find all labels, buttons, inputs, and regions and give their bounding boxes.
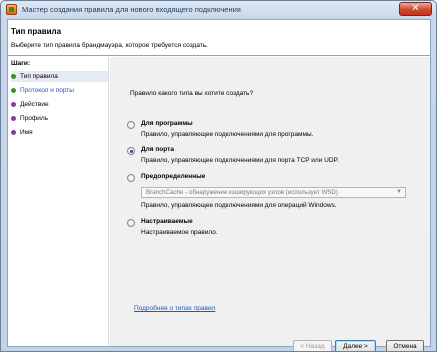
radio-port[interactable]	[127, 147, 135, 155]
radio-program[interactable]	[127, 121, 135, 129]
step-status-icon	[11, 115, 16, 121]
option-port-label[interactable]: Для порта	[141, 146, 174, 153]
step-rule-type[interactable]: Тип правила	[11, 71, 108, 82]
step-status-icon	[11, 87, 16, 93]
cancel-button[interactable]: Отмена	[386, 340, 424, 351]
chevron-down-icon[interactable]: ▼	[395, 189, 403, 196]
next-button[interactable]: Далее >	[335, 340, 376, 351]
rule-type-question: Правило какого типа вы хотите создать?	[130, 90, 254, 97]
step-label: Действие	[20, 101, 49, 108]
step-action: Действие	[11, 99, 108, 110]
rule-types-help-link[interactable]: Подробнее о типах правил	[134, 305, 215, 312]
option-program-description: Правило, управляющее подключениями для п…	[141, 131, 314, 138]
option-predefined-description: Правило, управляющее подключениями для о…	[141, 202, 337, 209]
radio-predefined[interactable]	[127, 174, 135, 182]
option-custom-label[interactable]: Настраиваемые	[141, 218, 193, 225]
page-subtitle: Выберите тип правила брандмауэра, которо…	[11, 42, 208, 49]
wizard-header: Тип правила Выберите тип правила брандма…	[8, 20, 430, 56]
predefined-rules-dropdown[interactable]: BranchCache - обнаружение кэширующих узл…	[141, 187, 406, 198]
step-status-icon	[11, 129, 16, 135]
steps-sidebar: Шаги: Тип правила Протокол и порты Дейст…	[8, 57, 109, 346]
step-profile: Профиль	[11, 113, 108, 124]
step-name: Имя	[11, 127, 108, 138]
wizard-window: Мастер создания правила для нового входя…	[0, 0, 437, 352]
option-custom-description: Настраиваемое правило.	[141, 229, 218, 236]
page-title: Тип правила	[11, 27, 62, 36]
title-bar[interactable]: Мастер создания правила для нового входя…	[1, 1, 436, 19]
option-port-description: Правило, управляющее подключениями для п…	[141, 157, 339, 164]
step-label: Тип правила	[20, 73, 58, 80]
step-label: Имя	[20, 129, 33, 136]
close-button[interactable]: ✕	[399, 2, 432, 16]
step-label: Протокол и порты	[20, 87, 74, 94]
wizard-client-area: Тип правила Выберите тип правила брандма…	[7, 19, 431, 351]
radio-custom[interactable]	[127, 219, 135, 227]
window-title: Мастер создания правила для нового входя…	[22, 5, 241, 14]
steps-title: Шаги:	[11, 60, 31, 67]
back-button[interactable]: < Назад	[293, 340, 332, 351]
wizard-content: Правило какого типа вы хотите создать? Д…	[110, 57, 430, 351]
step-label: Профиль	[20, 115, 49, 122]
option-program-label[interactable]: Для программы	[141, 120, 193, 127]
step-protocol-ports[interactable]: Протокол и порты	[11, 85, 108, 96]
firewall-app-icon	[6, 4, 17, 15]
step-status-icon	[11, 73, 16, 79]
option-predefined-label[interactable]: Предопределенные	[141, 173, 205, 180]
dropdown-value: BranchCache - обнаружение кэширующих узл…	[146, 189, 338, 196]
step-status-icon	[11, 101, 16, 107]
